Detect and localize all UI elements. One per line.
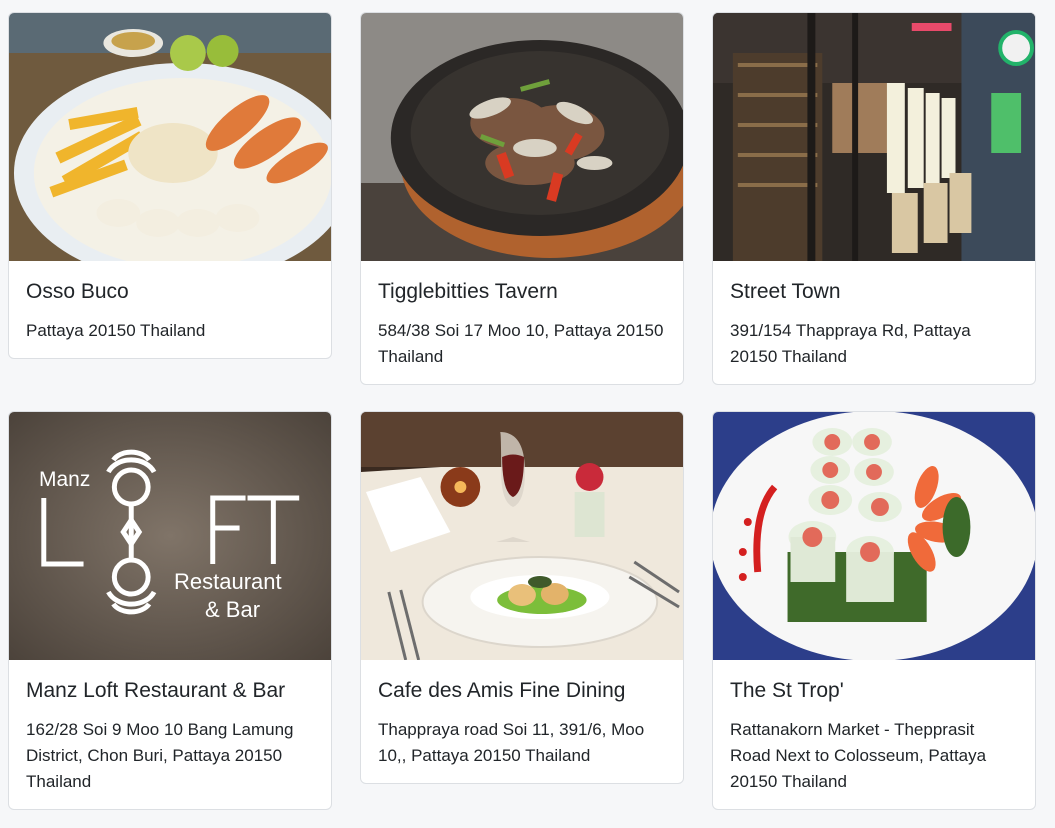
restaurant-name[interactable]: Cafe des Amis Fine Dining	[378, 678, 666, 704]
restaurant-name[interactable]: The St Trop'	[730, 678, 1018, 704]
logo-text-bar: & Bar	[205, 597, 261, 622]
restaurant-name[interactable]: Street Town	[730, 279, 1018, 305]
restaurant-card[interactable]: Manz Restaurant & Bar Manz Loft Restaura…	[8, 411, 332, 810]
restaurant-card[interactable]: Street Town 391/154 Thappraya Rd, Pattay…	[712, 12, 1036, 385]
restaurant-address: 391/154 Thappraya Rd, Pattaya 20150 Thai…	[730, 321, 971, 366]
spring-rolls-plate-photo[interactable]	[713, 412, 1035, 660]
restaurant-name[interactable]: Osso Buco	[26, 279, 314, 305]
sizzling-beef-plate-photo[interactable]	[361, 13, 683, 261]
restaurant-address: 584/38 Soi 17 Moo 10, Pattaya 20150 Thai…	[378, 321, 664, 366]
restaurant-address: Pattaya 20150 Thailand	[26, 321, 206, 340]
restaurant-address: Thappraya road Soi 11, 391/6, Moo 10,, P…	[378, 720, 645, 765]
restaurant-card[interactable]: The St Trop' Rattanakorn Market - Theppr…	[712, 411, 1036, 810]
restaurant-name[interactable]: Tigglebitties Tavern	[378, 279, 666, 305]
manz-loft-logo[interactable]: Manz Restaurant & Bar	[9, 412, 331, 660]
restaurant-address: Rattanakorn Market - Thepprasit Road Nex…	[730, 720, 987, 791]
restaurant-card[interactable]: Tigglebitties Tavern 584/38 Soi 17 Moo 1…	[360, 12, 684, 385]
restaurant-name[interactable]: Manz Loft Restaurant & Bar	[26, 678, 314, 704]
fine-dining-table-photo[interactable]	[361, 412, 683, 660]
restaurant-address: 162/28 Soi 9 Moo 10 Bang Lamung District…	[26, 720, 294, 791]
restaurant-card[interactable]: Osso Buco Pattaya 20150 Thailand	[8, 12, 332, 359]
seafood-platter-photo[interactable]	[9, 13, 331, 261]
restaurant-card[interactable]: Cafe des Amis Fine Dining Thappraya road…	[360, 411, 684, 784]
logo-text-manz: Manz	[39, 468, 91, 491]
logo-text-restaurant: Restaurant	[174, 569, 282, 594]
street-market-night-photo[interactable]	[713, 13, 1035, 261]
